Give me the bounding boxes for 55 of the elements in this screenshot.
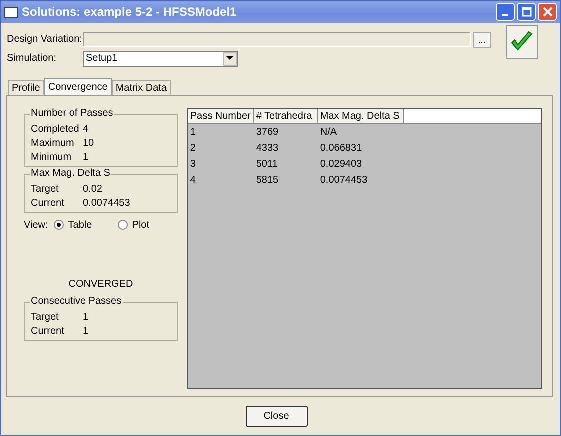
window-icon: [4, 6, 18, 18]
field-value: 10: [83, 138, 94, 148]
column-header[interactable]: Max Mag. Delta S: [318, 109, 404, 123]
field-label: Design Variation:: [7, 34, 83, 45]
table-cell-text: 1: [189, 126, 197, 138]
field-value: 0.02: [83, 184, 102, 194]
field-label: Current: [31, 326, 66, 336]
table-cell-text: 4: [189, 174, 197, 186]
table-cell-text: N/A: [319, 126, 338, 138]
field-label: View:: [24, 220, 48, 230]
field-label: Maximum: [31, 138, 76, 148]
field-value: 1: [83, 152, 89, 162]
field-label: Minimum: [31, 152, 73, 162]
table-cell-text: 0.0074453: [319, 174, 369, 186]
group-title: Max Mag. Delta S: [30, 168, 112, 179]
table-cell-text: 3769: [255, 126, 280, 138]
window-title: Solutions: example 5-2 - HFSSModel1: [22, 5, 238, 19]
field-value: 4: [83, 124, 89, 134]
column-header[interactable]: # Tetrahedra: [254, 109, 318, 123]
close-button[interactable]: Close: [246, 406, 308, 426]
field-label: Current: [31, 198, 66, 208]
field-label: Simulation:: [7, 53, 58, 64]
maximize-icon[interactable]: [522, 7, 532, 17]
field-label: Target: [31, 184, 60, 194]
radio-option[interactable]: Table: [54, 220, 114, 230]
table-cell-text: 4333: [255, 142, 280, 154]
table-cell-text: 0.066831: [319, 142, 364, 154]
simulation-dropdown[interactable]: Setup1: [83, 50, 238, 66]
table-cell-text: 2: [189, 142, 197, 154]
checkmark-button[interactable]: [506, 25, 538, 59]
table-cell-text: 5815: [255, 174, 280, 186]
field-label: Target: [31, 312, 60, 322]
radio-option[interactable]: Plot: [118, 220, 178, 230]
tab[interactable]: Matrix Data: [112, 80, 171, 95]
design-variation-field[interactable]: [83, 32, 471, 47]
table-cell-text: 0.029403: [319, 158, 364, 170]
close-icon[interactable]: [542, 7, 552, 17]
tab[interactable]: Profile: [8, 80, 44, 95]
table-cell-text: 5011: [255, 158, 279, 170]
status-text: CONVERGED: [68, 279, 134, 292]
field-value: 1: [83, 312, 89, 322]
table-cell-text: 3: [189, 158, 197, 170]
tab[interactable]: Convergence: [44, 78, 112, 95]
minimize-button[interactable]: [496, 3, 515, 21]
maximize-button[interactable]: [517, 3, 536, 21]
group-title: Consecutive Passes: [30, 296, 123, 307]
field-value: 0.0074453: [83, 198, 130, 208]
radio-button[interactable]: [54, 220, 64, 230]
column-header[interactable]: Pass Number: [188, 109, 254, 123]
field-label: Completed: [31, 124, 80, 134]
browse-button[interactable]: ...: [473, 32, 491, 48]
radio-button[interactable]: [118, 220, 128, 230]
close-button[interactable]: [538, 3, 557, 21]
field-value: 1: [83, 326, 89, 336]
group-title: Number of Passes: [30, 108, 114, 119]
